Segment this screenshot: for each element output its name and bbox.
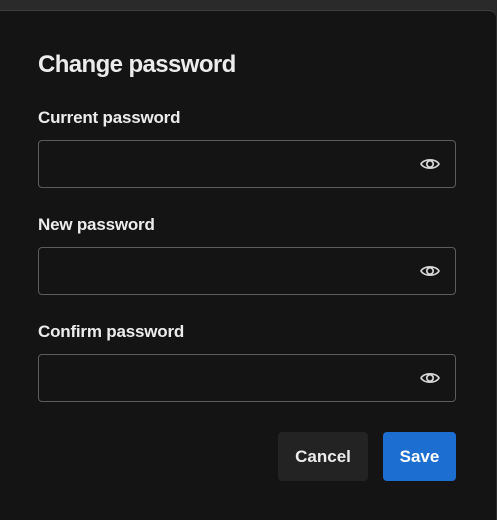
new-password-input[interactable] <box>39 248 399 294</box>
current-password-label: Current password <box>38 108 181 127</box>
dialog-title: Change password <box>38 51 236 78</box>
new-password-field[interactable] <box>38 247 456 295</box>
current-password-input[interactable] <box>39 141 399 187</box>
current-password-field[interactable] <box>38 140 456 188</box>
confirm-password-input[interactable] <box>39 355 399 401</box>
eye-icon[interactable] <box>419 261 441 281</box>
save-button[interactable]: Save <box>383 432 456 481</box>
confirm-password-field[interactable] <box>38 354 456 402</box>
eye-icon[interactable] <box>419 154 441 174</box>
cancel-button[interactable]: Cancel <box>278 432 368 481</box>
confirm-password-label: Confirm password <box>38 322 185 341</box>
eye-icon[interactable] <box>419 368 441 388</box>
new-password-label: New password <box>38 215 155 234</box>
change-password-dialog: Change password Current password New pas… <box>0 10 497 520</box>
